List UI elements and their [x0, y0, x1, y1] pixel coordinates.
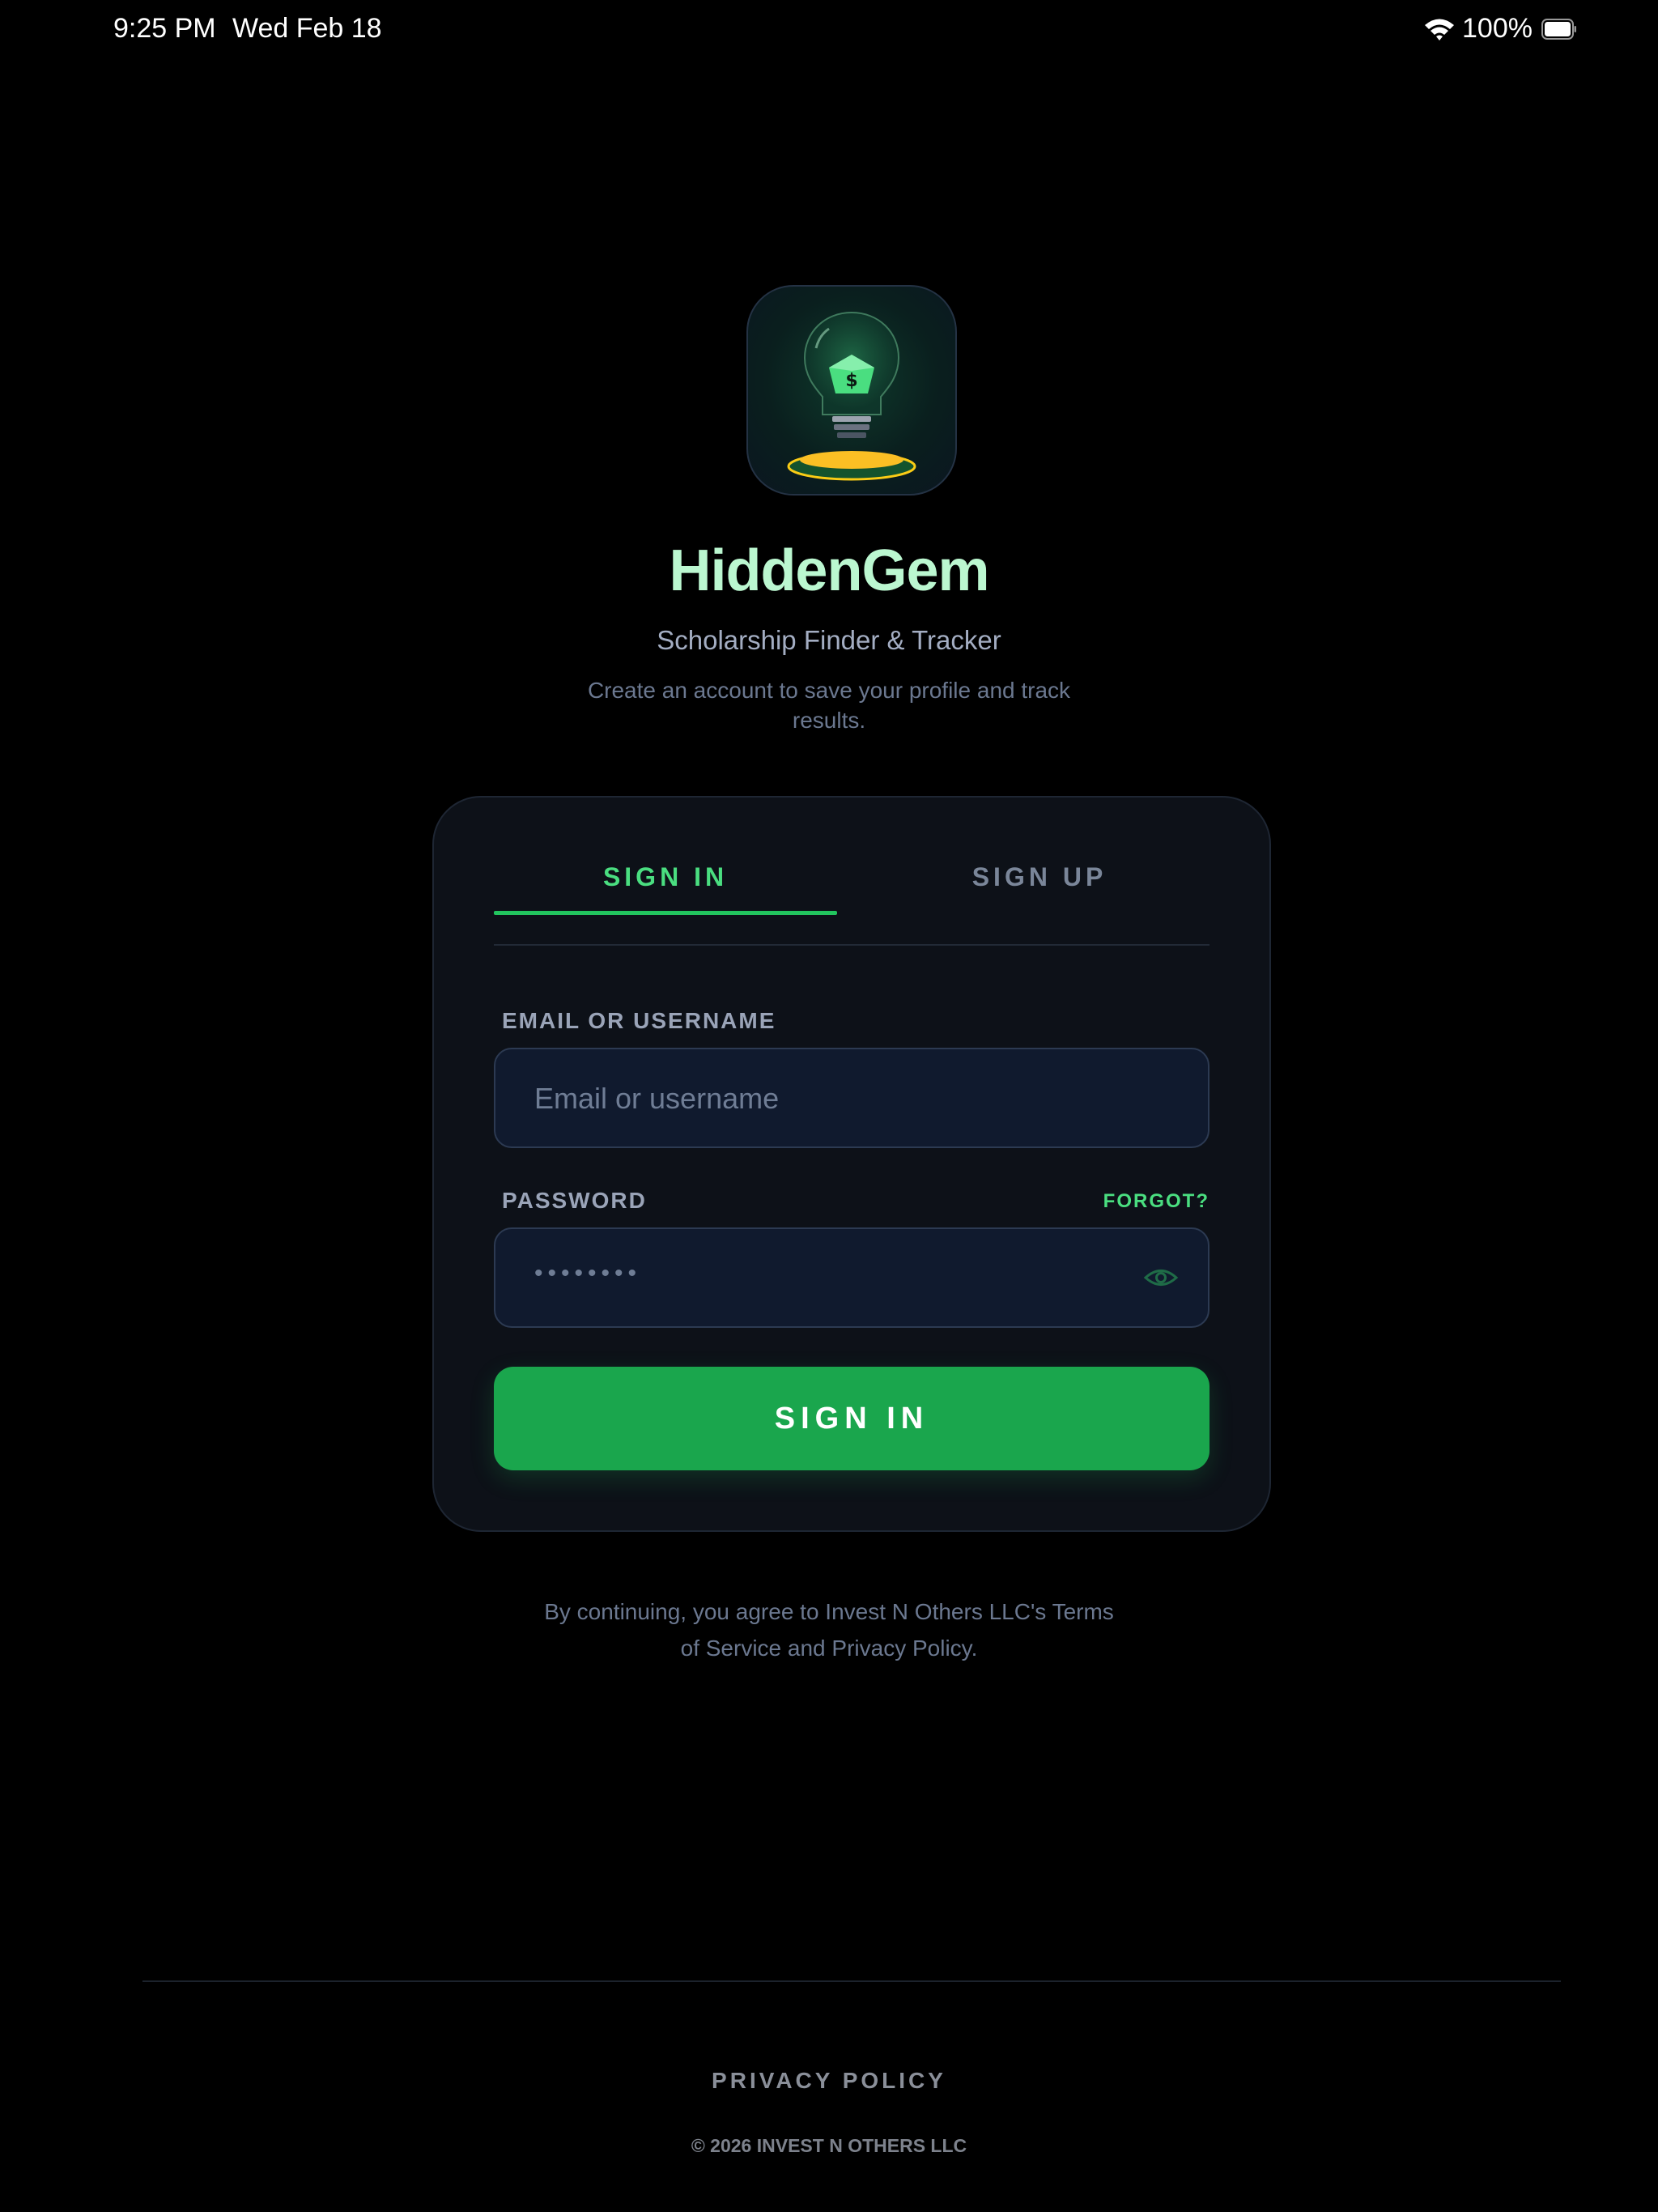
tab-divider [494, 944, 1209, 946]
status-time: 9:25 PM [113, 13, 216, 44]
tab-sign-in[interactable]: SIGN IN [494, 862, 837, 892]
tab-sign-up[interactable]: SIGN UP [868, 862, 1211, 892]
email-label: EMAIL OR USERNAME [502, 1008, 776, 1033]
forgot-password-link[interactable]: FORGOT? [1103, 1190, 1209, 1213]
copyright-text: © 2026 INVEST N OTHERS LLC [691, 2135, 967, 2156]
auth-card: SIGN IN SIGN UP EMAIL OR USERNAME PASSWO… [432, 796, 1271, 1532]
battery-percent: 100% [1462, 13, 1533, 44]
sign-in-button[interactable]: SIGN IN [494, 1367, 1209, 1470]
lightbulb-gem-icon: $ [746, 285, 957, 496]
email-field-container [494, 1048, 1209, 1148]
active-tab-indicator [494, 911, 837, 915]
app-title: HiddenGem [669, 538, 989, 603]
legal-disclaimer: By continuing, you agree to Invest N Oth… [544, 1599, 1114, 1661]
eye-icon[interactable] [1143, 1263, 1179, 1292]
app-tagline: Create an account to save your profile a… [587, 678, 1071, 733]
password-field[interactable]: •••••••• [494, 1227, 1209, 1328]
email-field[interactable] [533, 1049, 1151, 1148]
password-masked-value: •••••••• [534, 1260, 642, 1287]
app-subtitle: Scholarship Finder & Tracker [657, 625, 1001, 655]
svg-text:$: $ [845, 371, 857, 391]
wifi-icon [1423, 16, 1456, 42]
privacy-policy-link[interactable]: PRIVACY POLICY [0, 2068, 1658, 2094]
status-bar: 9:25 PM Wed Feb 18 100% [0, 0, 1658, 58]
password-label: PASSWORD [502, 1188, 647, 1213]
battery-icon [1541, 18, 1577, 40]
status-date: Wed Feb 18 [232, 13, 382, 44]
footer-divider [142, 1980, 1561, 1982]
